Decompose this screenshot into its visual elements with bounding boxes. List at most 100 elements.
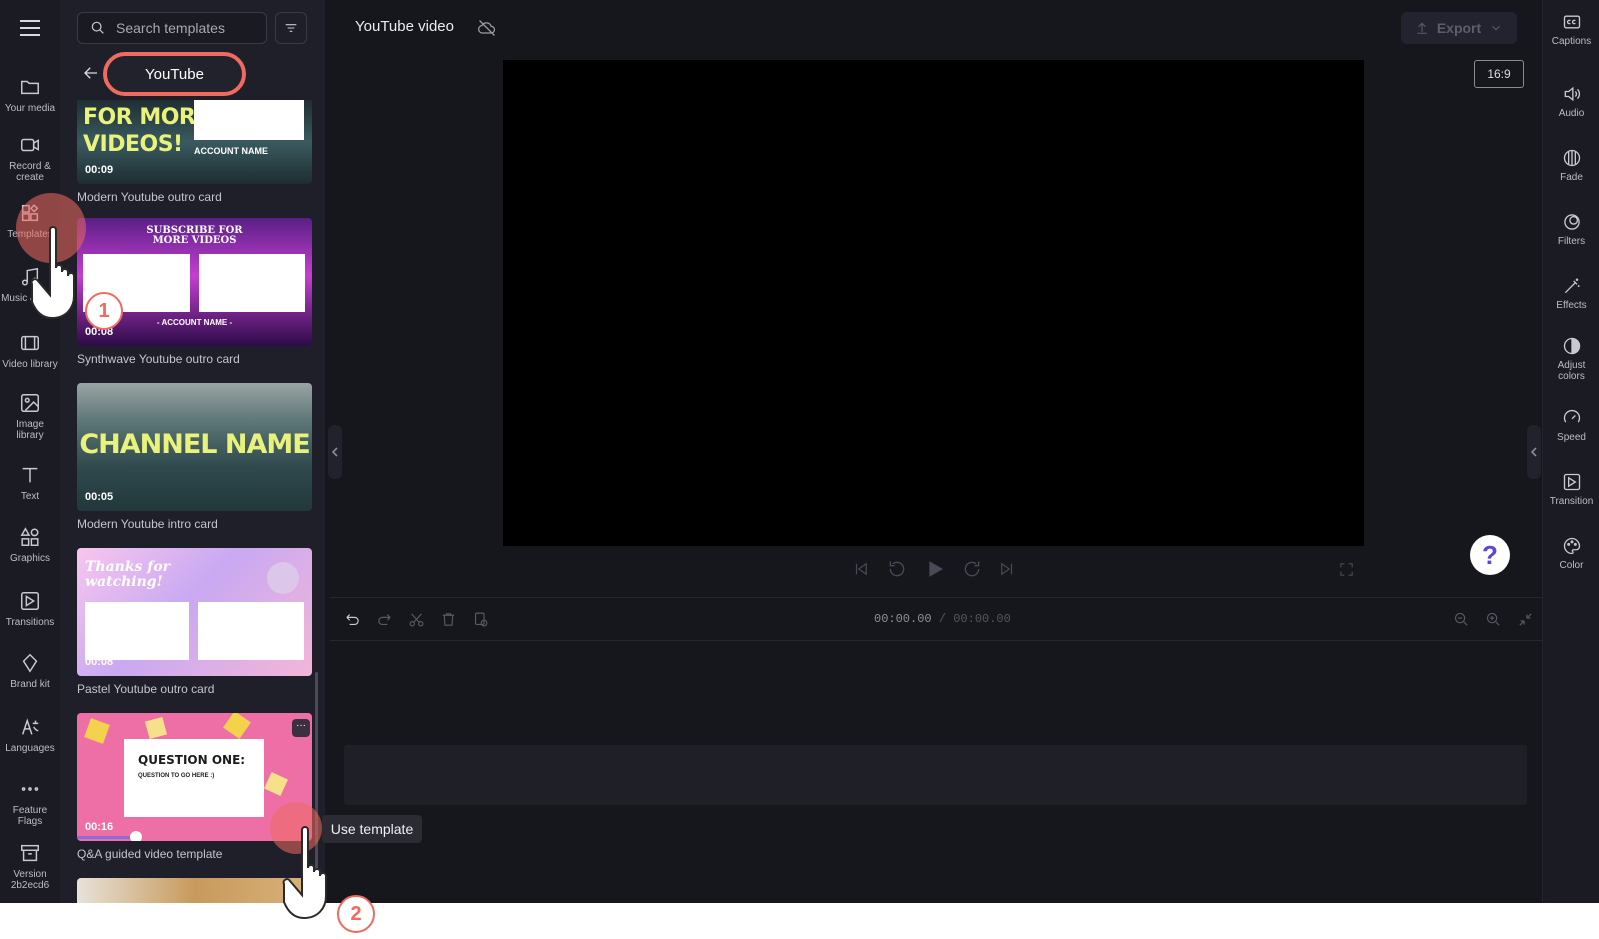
tool-captions[interactable]: Captions [1543,12,1599,47]
templates-panel: YouTube FOR MORE VIDEOS! ACCOUNT NAME 00… [60,0,325,903]
zoom-in-icon [1486,612,1500,626]
back-button[interactable] [82,64,102,84]
placeholder-box [198,602,304,660]
cloud-off-icon [478,20,496,36]
sidebar-item-feature-flags[interactable]: Feature Flags [0,774,60,834]
split-button[interactable] [408,611,428,631]
more-options-button[interactable]: ··· [292,719,310,737]
zoom-out-button[interactable] [1453,611,1473,631]
transition-icon [21,592,39,610]
help-button[interactable]: ? [1470,535,1510,575]
tool-fade[interactable]: Fade [1543,148,1599,183]
image-icon [21,394,39,412]
sidebar-item-graphics[interactable]: Graphics [0,522,60,582]
template-name: Synthwave Youtube outro card [77,352,240,366]
current-time: 00:00.00 [874,612,932,626]
aspect-ratio-button[interactable]: 16:9 [1474,60,1524,88]
progress-handle[interactable] [130,831,142,841]
sidebar-item-version[interactable]: Version 2b2ecd6 [0,838,60,898]
sidebar-item-label: Record & create [9,161,51,183]
category-chip[interactable]: YouTube [103,52,246,96]
sidebar-item-label: Brand kit [10,679,50,690]
right-sidebar: Captions Audio Fade Filters Effects Adju… [1542,0,1599,903]
collapse-right-panel-button[interactable] [1527,425,1541,479]
shapes-icon [20,527,39,546]
more-icon [21,787,39,791]
skip-forward-button[interactable] [998,558,1016,580]
collapse-left-panel-button[interactable] [328,425,342,479]
rewind-icon [889,561,905,577]
placeholder-box [194,100,304,140]
tool-effects[interactable]: Effects [1543,276,1599,311]
chevron-left-icon [1530,447,1537,457]
redo-button[interactable] [376,611,396,631]
sidebar-item-label: Text [20,491,40,502]
template-thumbnail[interactable]: CHANNEL NAME 00:05 [77,383,312,511]
template-thumbnail[interactable]: Thanks for watching! 00:08 [77,548,312,676]
filters-icon [1563,214,1580,230]
sidebar-item-label: Transitions [5,617,55,628]
template-card[interactable]: FOR MORE VIDEOS! ACCOUNT NAME 00:09 Mode… [77,100,312,204]
trash-icon [442,613,455,626]
menu-button[interactable] [0,0,60,56]
forward-button[interactable] [962,558,982,580]
export-button[interactable]: Export [1401,12,1517,44]
thumbnail-text: watching! [85,574,163,590]
languages-icon [21,718,39,735]
progress-bar [77,836,137,839]
folder-icon [21,80,39,95]
filter-button[interactable] [275,12,307,44]
sidebar-item-video-library[interactable]: Video library [0,328,60,388]
template-card[interactable]: SUBSCRIBE FOR MORE VIDEOS - ACCOUNT NAME… [77,218,312,366]
tool-label: Captions [1551,36,1592,47]
fullscreen-button[interactable] [1338,558,1355,580]
tool-adjust-colors[interactable]: Adjust colors [1543,336,1599,382]
duration-badge: 00:08 [85,656,114,668]
tool-filters[interactable]: Filters [1543,212,1599,247]
search-icon [91,21,104,34]
project-title[interactable]: YouTube video [355,18,454,35]
decoration [264,772,288,796]
duplicate-button[interactable] [472,611,492,631]
tool-audio[interactable]: Audio [1543,84,1599,119]
template-card[interactable]: Thanks for watching! 00:08 Pastel Youtub… [77,548,312,696]
tool-transition[interactable]: Transition [1543,472,1599,507]
template-thumbnail[interactable]: FOR MORE VIDEOS! ACCOUNT NAME 00:09 [77,100,312,184]
timeline: 00:00.00 / 00:00.00 [330,597,1542,903]
tool-speed[interactable]: Speed [1543,408,1599,443]
text-icon [22,467,38,483]
fit-timeline-button[interactable] [1517,611,1537,631]
undo-button[interactable] [344,611,364,631]
search-input[interactable] [116,20,256,36]
skip-back-button[interactable] [852,558,870,580]
thumbnail-text: CHANNEL NAME [79,429,310,460]
speaker-icon [1564,86,1580,102]
zoom-in-button[interactable] [1485,611,1505,631]
magic-wand-icon [1564,278,1579,294]
delete-button[interactable] [440,611,460,631]
sidebar-item-image-library[interactable]: Image library [0,388,60,448]
sidebar-item-brand-kit[interactable]: Brand kit [0,648,60,708]
tool-color[interactable]: Color [1543,536,1599,571]
sidebar-item-your-media[interactable]: Your media [0,72,60,132]
palette-icon [1563,537,1580,555]
sidebar-item-label: Feature Flags [12,805,48,827]
filter-icon [285,24,297,32]
template-card[interactable] [77,878,312,903]
sidebar-item-transitions[interactable]: Transitions [0,586,60,646]
template-card[interactable]: CHANNEL NAME 00:05 Modern Youtube intro … [77,383,312,531]
template-thumbnail[interactable] [77,878,312,903]
archive-icon [21,844,39,862]
timeline-track[interactable] [344,745,1527,805]
sidebar-item-languages[interactable]: Languages [0,712,60,772]
tool-label: Fade [1560,172,1583,183]
sidebar-item-text[interactable]: Text [0,460,60,520]
collapse-icon [1519,613,1532,626]
sidebar-item-record-create[interactable]: Record & create [0,130,60,190]
play-button[interactable] [925,558,945,580]
rewind-button[interactable] [887,558,907,580]
arrow-left-icon [84,67,97,79]
template-name: Pastel Youtube outro card [77,682,215,696]
fade-icon [1563,149,1580,167]
chevron-left-icon [331,447,338,457]
